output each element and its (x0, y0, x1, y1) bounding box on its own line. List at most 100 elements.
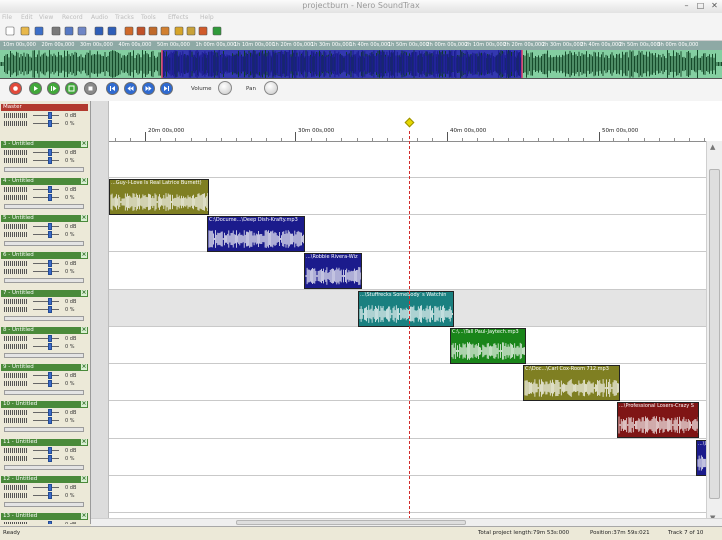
close-track-icon[interactable]: × (81, 401, 87, 407)
volume-slider-knob[interactable] (48, 447, 52, 454)
volume-slider-track[interactable] (33, 487, 59, 488)
volume-slider-knob[interactable] (48, 409, 52, 416)
scroll-up-icon[interactable]: ▲ (710, 143, 715, 151)
zoom-selection-icon[interactable] (160, 26, 170, 36)
zoom-out-icon[interactable] (136, 26, 146, 36)
audio-clip[interactable]: ...\Professional Losers-Crazy S (617, 402, 699, 438)
track-lane[interactable] (109, 141, 706, 178)
new-icon[interactable] (5, 26, 15, 36)
volume-slider-track[interactable] (33, 375, 59, 376)
menu-item-audio[interactable]: Audio (91, 14, 108, 21)
time-ruler[interactable]: 20m 00s,000 30m 00s,000 40m 00s,000 50m 00s… (109, 127, 722, 142)
export-icon[interactable] (198, 26, 208, 36)
volume-slider-track[interactable] (33, 338, 59, 339)
menu-item-help[interactable]: Help (200, 14, 214, 21)
pan-slider-knob[interactable] (48, 120, 52, 127)
track-header[interactable]: 9 - Untitled × (1, 364, 88, 371)
zoom-in-icon[interactable] (124, 26, 134, 36)
copy-icon[interactable] (64, 26, 74, 36)
pan-slider-knob[interactable] (48, 492, 52, 499)
paste-icon[interactable] (77, 26, 87, 36)
volume-slider-knob[interactable] (48, 484, 52, 491)
track-header[interactable]: 12 - Untitled × (1, 476, 88, 483)
track-header[interactable]: 8 - Untitled × (1, 327, 88, 334)
horizontal-scrollbar[interactable] (91, 518, 722, 526)
close-track-icon[interactable]: × (81, 290, 87, 296)
menu-item-record[interactable]: Record (62, 14, 83, 21)
pan-slider-track[interactable] (33, 234, 59, 235)
track-lane[interactable] (109, 439, 706, 476)
volume-slider-knob[interactable] (48, 186, 52, 193)
pan-slider-track[interactable] (33, 197, 59, 198)
pan-slider-knob[interactable] (48, 343, 52, 350)
pan-knob[interactable] (264, 81, 278, 95)
pan-slider-knob[interactable] (48, 380, 52, 387)
rewind-button[interactable] (124, 82, 137, 95)
track-lane[interactable] (109, 252, 706, 290)
volume-slider-track[interactable] (33, 152, 59, 153)
track-lane[interactable] (109, 215, 706, 252)
volume-slider-knob[interactable] (48, 372, 52, 379)
close-button[interactable]: ✕ (708, 1, 721, 11)
effect-icon[interactable] (212, 26, 222, 36)
track-header[interactable]: 11 - Untitled × (1, 439, 88, 446)
record-button[interactable] (9, 82, 22, 95)
play-selection-button[interactable] (47, 82, 60, 95)
track-header[interactable]: 3 - Untitled × (1, 141, 88, 148)
undo-icon[interactable] (94, 26, 104, 36)
audio-clip[interactable]: C:\Doc...\Carl Cox-Room 712.mp3 (523, 365, 620, 401)
volume-slider-track[interactable] (33, 412, 59, 413)
pan-slider-knob[interactable] (48, 455, 52, 462)
track-header[interactable]: 4 - Untitled × (1, 178, 88, 185)
volume-slider-track[interactable] (33, 450, 59, 451)
pan-slider-track[interactable] (33, 346, 59, 347)
save-icon[interactable] (34, 26, 44, 36)
timeline[interactable]: 20m 00s,000 30m 00s,000 40m 00s,000 50m 00s… (91, 101, 722, 524)
pan-slider-track[interactable] (33, 420, 59, 421)
pan-slider-knob[interactable] (48, 231, 52, 238)
track-lane[interactable] (109, 327, 706, 364)
volume-slider-knob[interactable] (48, 260, 52, 267)
close-track-icon[interactable]: × (81, 178, 87, 184)
audio-clip[interactable]: ...\Stuffrecks Somebody`s Watchin (358, 291, 454, 327)
pan-slider-track[interactable] (33, 309, 59, 310)
track-header[interactable]: 7 - Untitled × (1, 290, 88, 297)
minimize-button[interactable]: – (680, 1, 693, 11)
track-header[interactable]: 13 - Untitled × (1, 513, 88, 520)
go-to-start-button[interactable] (106, 82, 119, 95)
pan-slider-track[interactable] (33, 383, 59, 384)
burn-icon[interactable] (174, 26, 184, 36)
close-track-icon[interactable]: × (81, 476, 87, 482)
volume-slider-knob[interactable] (48, 298, 52, 305)
menu-item-edit[interactable]: Edit (21, 14, 33, 21)
vertical-scroll-thumb[interactable] (709, 169, 720, 499)
pan-slider-knob[interactable] (48, 417, 52, 424)
track-header[interactable]: Master (1, 104, 88, 111)
loop-button[interactable] (65, 82, 78, 95)
pan-slider-knob[interactable] (48, 157, 52, 164)
cut-icon[interactable] (51, 26, 61, 36)
close-track-icon[interactable]: × (81, 439, 87, 445)
pan-slider-track[interactable] (33, 160, 59, 161)
menu-item-effects[interactable]: Effects (168, 14, 188, 21)
track-header[interactable]: 10 - Untitled × (1, 401, 88, 408)
close-track-icon[interactable]: × (81, 252, 87, 258)
pan-slider-knob[interactable] (48, 268, 52, 275)
vertical-scrollbar[interactable]: ▲ ▼ (706, 141, 722, 524)
track-header[interactable]: 5 - Untitled × (1, 215, 88, 222)
pan-slider-track[interactable] (33, 123, 59, 124)
volume-slider-knob[interactable] (48, 149, 52, 156)
pan-slider-knob[interactable] (48, 194, 52, 201)
volume-slider-track[interactable] (33, 115, 59, 116)
volume-slider-track[interactable] (33, 189, 59, 190)
close-track-icon[interactable]: × (81, 141, 87, 147)
audio-clip[interactable]: C:\...\Tall Paul-Jaytech.mp3 (450, 328, 526, 364)
pan-slider-track[interactable] (33, 271, 59, 272)
menu-item-view[interactable]: View (39, 14, 53, 21)
fast-forward-button[interactable] (142, 82, 155, 95)
open-icon[interactable] (20, 26, 30, 36)
menu-item-tracks[interactable]: Tracks (115, 14, 134, 21)
audio-clip[interactable]: ...\Robbie Rivera-Wiz (304, 253, 362, 289)
position-marker-icon[interactable] (404, 117, 415, 128)
maximize-button[interactable]: □ (694, 1, 707, 11)
